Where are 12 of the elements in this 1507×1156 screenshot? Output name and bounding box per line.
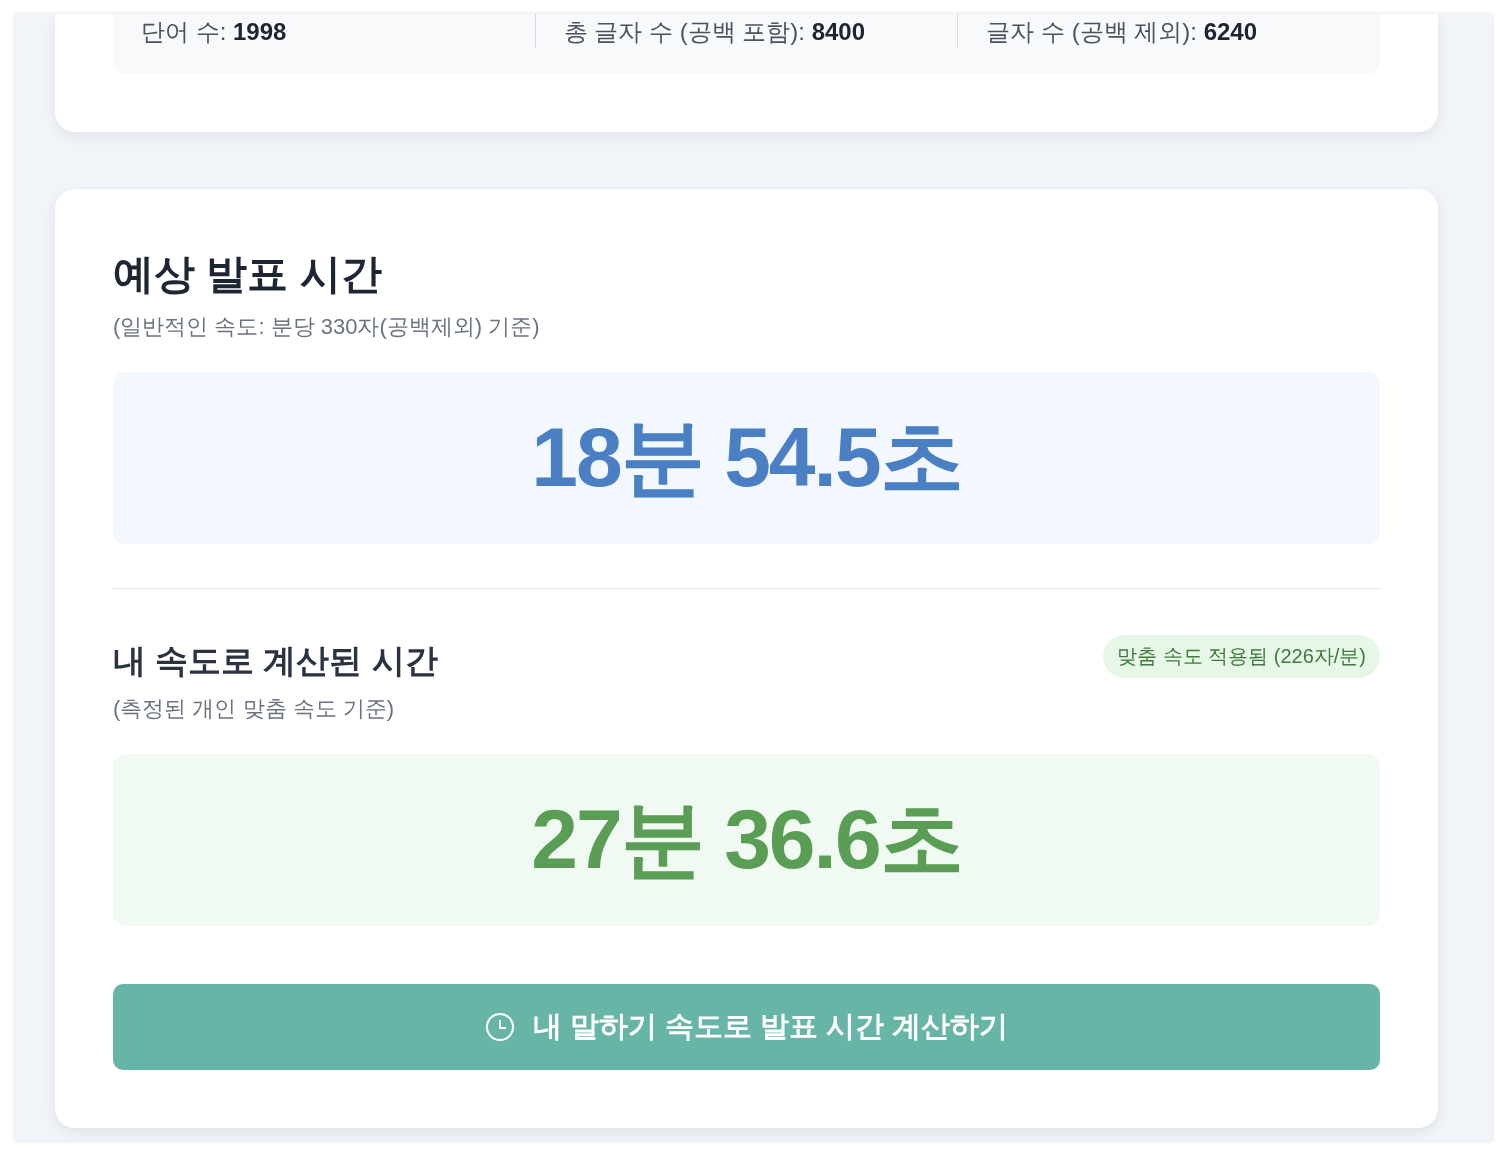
section-title: 예상 발표 시간 [113, 250, 383, 299]
time-value: 27분 36.6초 [531, 791, 962, 888]
speed-badge: 맞춤 속도 적용됨 (226자/분) [1103, 635, 1380, 678]
stat-text: 총 글자 수 (공백 포함): 8400 [563, 18, 866, 45]
section-subtitle: (일반적인 속도: 분당 330자(공백제외) 기준) [113, 313, 540, 341]
clock-icon [484, 1012, 515, 1042]
time-value: 18분 54.5초 [531, 409, 962, 506]
section-title: 내 속도로 계산된 시간 [113, 641, 438, 681]
stat-text: 글자 수 (공백 제외): 6240 [986, 18, 1258, 45]
section-subtitle: (측정된 개인 맞춤 속도 기준) [113, 695, 396, 723]
stat-text: 단어 수: 1998 [141, 18, 287, 45]
calculate-button[interactable]: 내 말하기 속도로 발표 시간 계산하기 [113, 984, 1380, 1070]
